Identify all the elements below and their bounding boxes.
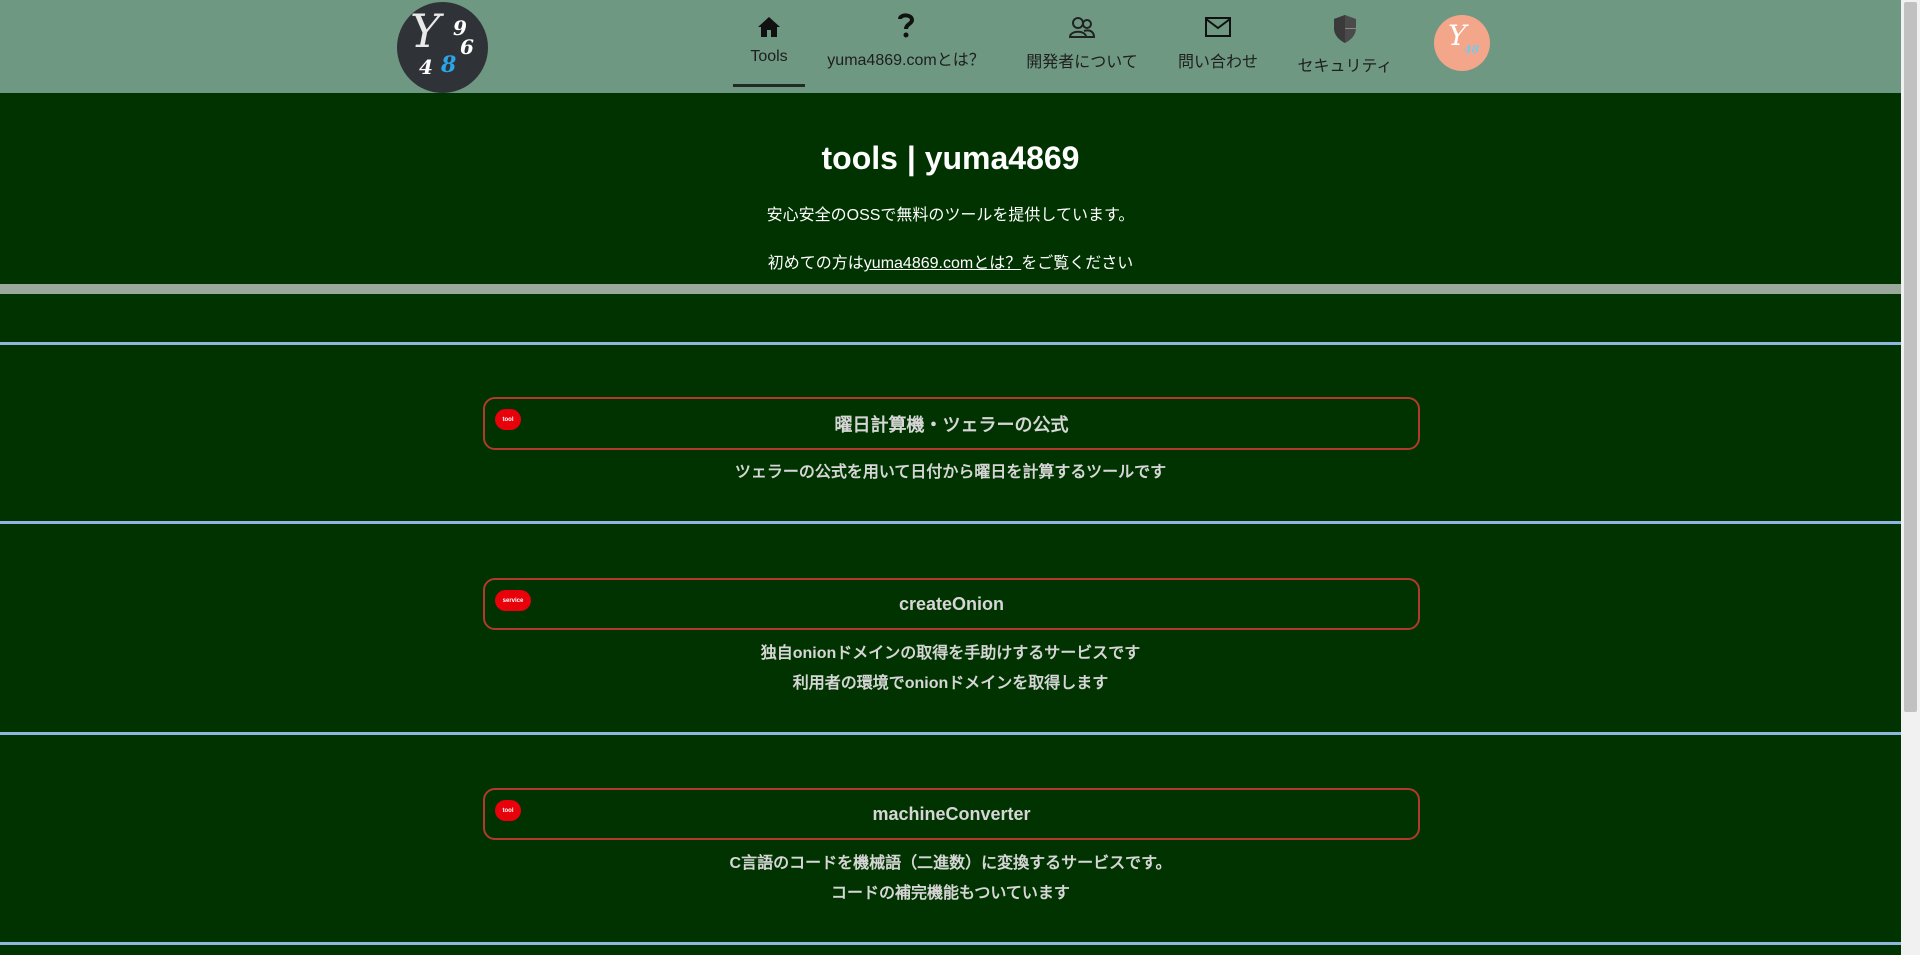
nav-about[interactable]: yuma4869.comとは？ (826, 10, 986, 80)
section-divider (0, 942, 1901, 945)
avatar[interactable]: Y 48 (1434, 15, 1490, 71)
card-description: 独自onionドメインの取得を手助けするサービスです 利用者の環境でonionド… (0, 639, 1901, 699)
avatar-digits: 48 (1464, 43, 1480, 56)
card-description-line: コードの補完機能もついています (831, 885, 1070, 902)
nav-contact-label: 問い合わせ (1177, 54, 1258, 71)
card-title: 曜日計算機・ツェラーの公式 (834, 414, 1069, 435)
shield-icon (1332, 14, 1358, 44)
tool-card[interactable]: tool machineConverter (483, 788, 1420, 840)
about-link[interactable]: yuma4869.comとは？ (864, 255, 1021, 272)
tool-card[interactable]: tool 曜日計算機・ツェラーの公式 (483, 397, 1420, 450)
nav-about-label: yuma4869.comとは？ (827, 52, 985, 69)
page-title: tools | yuma4869 (821, 140, 1080, 176)
nav-tools-label: Tools (750, 48, 788, 65)
card-description-line: 独自onionドメインの取得を手助けするサービスです (760, 645, 1141, 662)
question-icon (896, 10, 916, 40)
site-logo[interactable]: Y 9 6 4 8 (397, 2, 488, 93)
people-icon (1068, 12, 1096, 42)
card-badge: tool (495, 409, 521, 430)
logo-digit: 6 (460, 35, 474, 59)
card-badge: tool (495, 800, 521, 821)
nav-developer-label: 開発者について (1026, 54, 1138, 71)
card-description-line: ツェラーの公式を用いて日付から曜日を計算するツールです (734, 464, 1167, 481)
site-header: Y 9 6 4 8 Tools yuma4869.comとは？ 開発者について … (0, 0, 1901, 93)
card-description-line: 利用者の環境でonionドメインを取得します (792, 675, 1109, 692)
card-badge: service (495, 590, 531, 611)
tool-card[interactable]: service createOnion (483, 578, 1420, 630)
logo-digit: 8 (441, 52, 457, 78)
nav-security-label: セキュリティ (1297, 58, 1393, 75)
nav-security[interactable]: セキュリティ (1292, 14, 1398, 84)
logo-letter: Y (410, 4, 441, 58)
home-icon (756, 12, 782, 42)
intro-text: 初めての方はyuma4869.comとは？をご覧ください (0, 249, 1901, 273)
card-description: C言語のコードを機械語（二進数）に変換するサービスです。 コードの補完機能もつい… (0, 849, 1901, 909)
nav-contact[interactable]: 問い合わせ (1170, 12, 1266, 82)
card-description-line: C言語のコードを機械語（二進数）に変換するサービスです。 (729, 855, 1172, 872)
mail-icon (1204, 12, 1232, 42)
logo-digit: 4 (419, 55, 433, 79)
hero-divider (0, 284, 1901, 294)
intro-prefix: 初めての方は (767, 255, 864, 272)
nav-tools[interactable]: Tools (733, 12, 805, 87)
intro-suffix: をご覧ください (1021, 255, 1134, 272)
section-divider (0, 342, 1901, 345)
nav-developer[interactable]: 開発者について (1020, 12, 1144, 82)
card-description: ツェラーの公式を用いて日付から曜日を計算するツールです (0, 458, 1901, 488)
section-divider (0, 521, 1901, 524)
scrollbar-thumb[interactable] (1904, 2, 1917, 712)
page-subtitle: 安心安全のOSSで無料のツールを提供しています。 (766, 207, 1135, 224)
section-divider (0, 732, 1901, 735)
card-title: machineConverter (872, 803, 1031, 824)
card-title: createOnion (898, 593, 1005, 614)
active-tab-indicator (733, 84, 805, 87)
